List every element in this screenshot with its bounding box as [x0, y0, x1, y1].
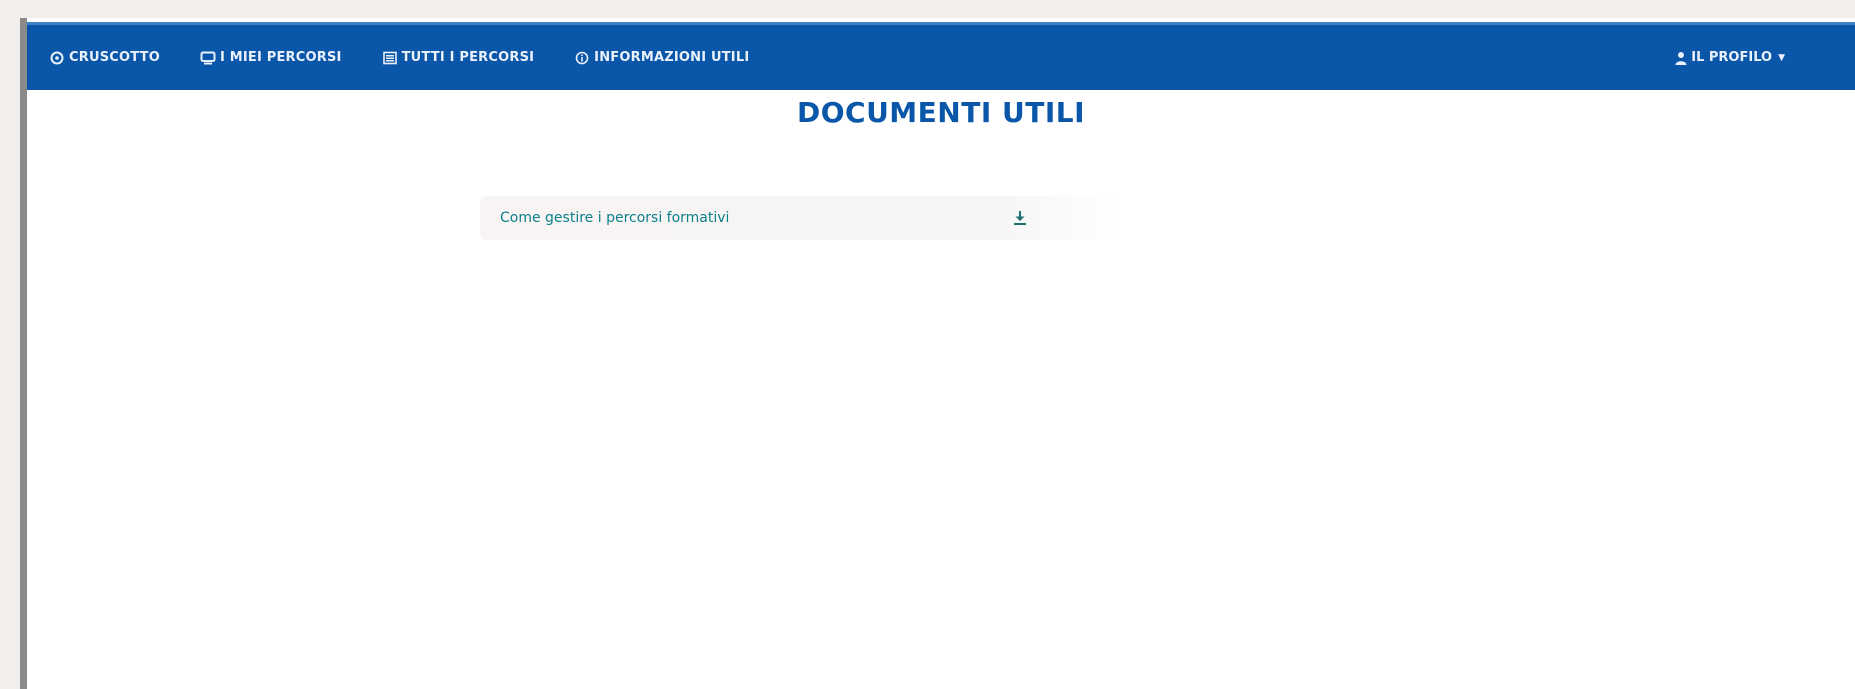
nav-item-label: INFORMAZIONI UTILI: [594, 50, 750, 65]
list-icon: [382, 50, 398, 66]
download-icon[interactable]: [1010, 208, 1030, 228]
document-link[interactable]: Come gestire i percorsi formativi: [500, 210, 729, 226]
gauge-icon: [49, 50, 65, 66]
profile-label: IL PROFILO: [1691, 50, 1773, 65]
monitor-icon: [200, 50, 216, 66]
info-icon: [574, 50, 590, 66]
main-nav: CRUSCOTTO I MIEI PERCORSI TUTTI I PERCOR…: [27, 25, 789, 90]
top-navbar: CRUSCOTTO I MIEI PERCORSI TUTTI I PERCOR…: [27, 22, 1855, 90]
user-icon: [1674, 50, 1688, 66]
profile-menu[interactable]: IL PROFILO ▼: [1674, 25, 1785, 90]
document-row: Come gestire i percorsi formativi: [480, 196, 1120, 240]
page-title: DOCUMENTI UTILI: [796, 96, 1086, 129]
browser-frame: CRUSCOTTO I MIEI PERCORSI TUTTI I PERCOR…: [20, 18, 1855, 689]
nav-item-cruscotto[interactable]: CRUSCOTTO: [49, 50, 160, 66]
caret-down-icon: ▼: [1778, 52, 1785, 63]
nav-item-miei-percorsi[interactable]: I MIEI PERCORSI: [200, 50, 342, 66]
nav-item-label: I MIEI PERCORSI: [219, 50, 342, 65]
nav-item-tutti-percorsi[interactable]: TUTTI I PERCORSI: [382, 50, 535, 66]
nav-item-informazioni-utili[interactable]: INFORMAZIONI UTILI: [574, 50, 749, 66]
nav-item-label: CRUSCOTTO: [69, 50, 160, 65]
main-content: [27, 90, 1855, 689]
nav-item-label: TUTTI I PERCORSI: [401, 50, 535, 65]
